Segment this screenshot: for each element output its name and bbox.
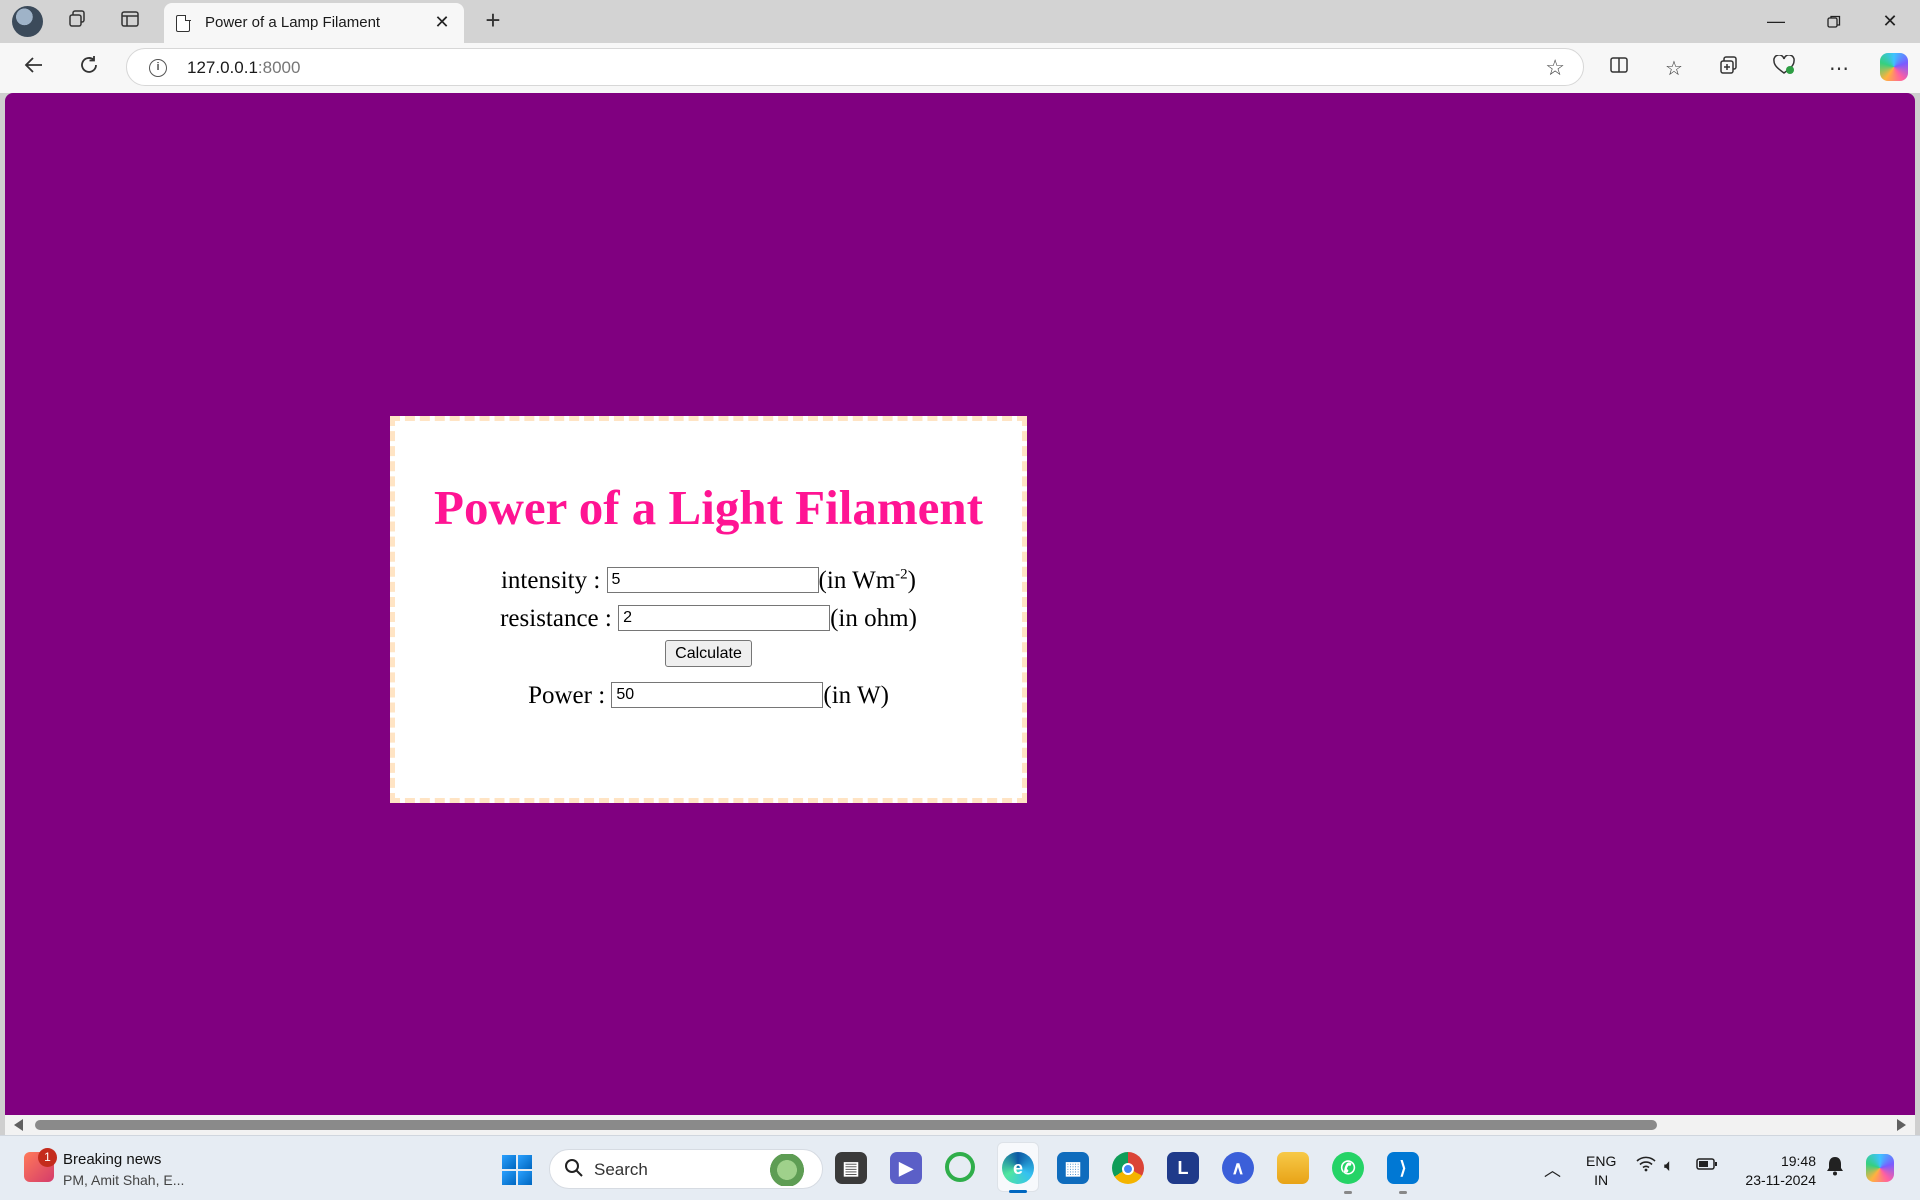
new-tab-icon[interactable]: + — [478, 6, 508, 36]
edge-icon[interactable]: e — [1002, 1152, 1034, 1184]
tab-strip: Power of a Lamp Filament ✕ + — ✕ — [0, 0, 1920, 43]
taskbar: 1 Breaking news PM, Amit Shah, E... Sear… — [0, 1135, 1920, 1200]
navigation-bar: i 127.0.0.1:8000 ☆ ☆ ⋯ — [0, 43, 1920, 93]
restore-icon[interactable] — [1806, 0, 1862, 43]
power-label: Power : — [528, 682, 606, 709]
intensity-label: intensity : — [500, 567, 601, 594]
power-unit: (in W) — [823, 682, 889, 709]
calculate-button[interactable]: Calculate — [665, 640, 752, 667]
power-output[interactable] — [611, 682, 824, 709]
copilot-icon[interactable] — [1880, 53, 1908, 81]
page-icon — [176, 14, 191, 32]
resistance-input[interactable] — [618, 605, 831, 632]
tab-actions-icon[interactable] — [117, 9, 143, 35]
system-clock[interactable]: 19:48 23-11-2024 — [1738, 1152, 1816, 1190]
calculator-card: Power of a Light Filament intensity : (i… — [390, 416, 1027, 803]
notification-bell-icon[interactable] — [1826, 1156, 1844, 1181]
scroll-right-icon[interactable] — [1897, 1119, 1906, 1131]
language-indicator[interactable]: ENG IN — [1586, 1152, 1616, 1190]
url-text[interactable]: 127.0.0.1:8000 — [187, 58, 300, 78]
whatsapp-running-indicator — [1344, 1191, 1352, 1194]
split-screen-icon[interactable] — [1603, 53, 1635, 85]
back-icon[interactable] — [18, 53, 50, 85]
intensity-unit: (in Wm-2) — [818, 566, 916, 594]
intensity-row: intensity : (in Wm-2) — [395, 562, 1022, 600]
vscode-running-indicator — [1399, 1191, 1407, 1194]
minimize-icon[interactable]: — — [1748, 0, 1804, 43]
l-app-icon[interactable]: L — [1167, 1152, 1199, 1184]
copilot-taskbar-icon[interactable] — [1866, 1154, 1894, 1182]
search-placeholder: Search — [594, 1160, 648, 1179]
page-viewport: Power of a Light Filament intensity : (i… — [5, 93, 1915, 1115]
collections-icon[interactable] — [1713, 53, 1745, 85]
profile-avatar[interactable] — [12, 6, 43, 37]
active-app-indicator — [1009, 1190, 1027, 1193]
close-icon[interactable]: ✕ — [430, 10, 454, 34]
workspaces-icon[interactable] — [64, 9, 90, 35]
store-icon[interactable]: ▦ — [1057, 1152, 1089, 1184]
taskbar-search[interactable]: Search — [549, 1149, 823, 1189]
power-row: Power : (in W) — [395, 677, 1022, 715]
favorites-icon[interactable]: ☆ — [1658, 53, 1690, 85]
file-explorer-icon[interactable]: ▤ — [835, 1152, 867, 1184]
close-window-icon[interactable]: ✕ — [1862, 0, 1918, 43]
horizontal-scrollbar[interactable] — [5, 1115, 1915, 1135]
search-highlight-image — [764, 1154, 810, 1186]
page-title: Power of a Light Filament — [434, 480, 983, 535]
clock-time: 19:48 — [1780, 1153, 1816, 1169]
scrollbar-thumb[interactable] — [35, 1120, 1657, 1130]
battery-icon[interactable] — [1696, 1156, 1718, 1176]
resistance-row: resistance : (in ohm) — [395, 600, 1022, 638]
vscode-icon[interactable]: ⟩ — [1387, 1152, 1419, 1184]
refresh-icon[interactable] — [73, 53, 105, 85]
tab-title: Power of a Lamp Filament — [205, 14, 381, 31]
resistance-label: resistance : — [500, 605, 612, 632]
sync-icon[interactable] — [945, 1152, 975, 1182]
address-bar[interactable]: i 127.0.0.1:8000 ☆ — [126, 48, 1584, 86]
teams-icon[interactable]: ▶ — [890, 1152, 922, 1184]
intensity-input[interactable] — [606, 567, 819, 594]
clock-date: 23-11-2024 — [1745, 1172, 1816, 1188]
more-icon[interactable]: ⋯ — [1823, 53, 1855, 85]
folder-icon[interactable] — [1277, 1152, 1309, 1184]
favorite-star-icon[interactable]: ☆ — [1545, 55, 1565, 81]
news-title[interactable]: Breaking news — [63, 1151, 161, 1168]
news-badge: 1 — [38, 1148, 57, 1167]
browser-essentials-icon[interactable] — [1768, 53, 1800, 85]
search-icon — [564, 1158, 584, 1184]
news-subtitle[interactable]: PM, Amit Shah, E... — [63, 1172, 184, 1188]
windows-start-icon[interactable] — [502, 1155, 532, 1185]
resistance-unit: (in ohm) — [830, 605, 917, 632]
chrome-icon[interactable] — [1112, 1152, 1144, 1184]
volume-icon[interactable]: 🔈︎ — [1664, 1156, 1674, 1176]
wifi-icon[interactable] — [1636, 1156, 1656, 1177]
info-icon[interactable]: i — [149, 59, 167, 77]
calculate-row: Calculate — [395, 640, 1022, 674]
whatsapp-icon[interactable]: ✆ — [1332, 1152, 1364, 1184]
scroll-left-icon[interactable] — [14, 1119, 23, 1131]
mountain-app-icon[interactable]: ∧ — [1222, 1152, 1254, 1184]
active-tab[interactable]: Power of a Lamp Filament ✕ — [164, 3, 464, 43]
show-hidden-icons-icon[interactable]: ︿ — [1544, 1156, 1561, 1181]
